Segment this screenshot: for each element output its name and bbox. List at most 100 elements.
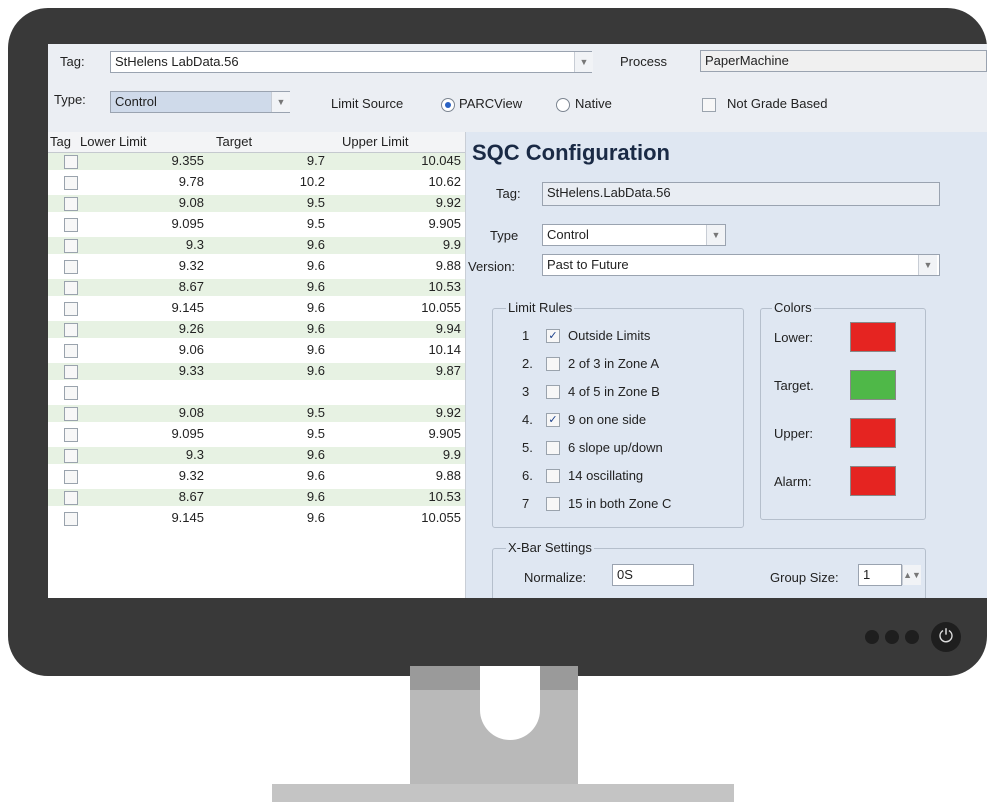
target-cell[interactable]: 9.5 bbox=[208, 216, 325, 231]
row-tag-checkbox[interactable] bbox=[64, 512, 78, 526]
row-tag-checkbox[interactable] bbox=[64, 197, 78, 211]
col-tag[interactable]: Tag bbox=[50, 134, 71, 149]
group-size-spinner-icon[interactable]: ▲▼ bbox=[902, 565, 921, 585]
upper-limit-cell[interactable]: 9.9 bbox=[329, 447, 461, 462]
lower-limit-cell[interactable]: 9.095 bbox=[108, 216, 204, 231]
table-row[interactable]: 9.78 10.2 10.62 bbox=[48, 174, 465, 191]
row-tag-checkbox[interactable] bbox=[64, 344, 78, 358]
process-field[interactable]: PaperMachine bbox=[700, 50, 987, 72]
lower-limit-cell[interactable]: 9.145 bbox=[108, 300, 204, 315]
lower-limit-cell[interactable]: 8.67 bbox=[108, 489, 204, 504]
row-tag-checkbox[interactable] bbox=[64, 302, 78, 316]
table-row[interactable]: 9.08 9.5 9.92 bbox=[48, 195, 465, 212]
upper-limit-cell[interactable]: 10.055 bbox=[329, 300, 461, 315]
col-lower-limit[interactable]: Lower Limit bbox=[80, 134, 146, 149]
upper-limit-cell[interactable]: 9.905 bbox=[329, 426, 461, 441]
target-cell[interactable]: 9.5 bbox=[208, 195, 325, 210]
lower-limit-cell[interactable]: 9.06 bbox=[108, 342, 204, 357]
row-tag-checkbox[interactable] bbox=[64, 260, 78, 274]
sqc-tag-field[interactable]: StHelens.LabData.56 bbox=[542, 182, 940, 206]
group-size-input[interactable]: 1 bbox=[858, 564, 902, 586]
lower-limit-cell[interactable]: 9.355 bbox=[108, 153, 204, 168]
table-row[interactable] bbox=[48, 384, 465, 401]
row-tag-checkbox[interactable] bbox=[64, 449, 78, 463]
col-upper-limit[interactable]: Upper Limit bbox=[342, 134, 408, 149]
row-tag-checkbox[interactable] bbox=[64, 176, 78, 190]
target-cell[interactable]: 9.6 bbox=[208, 279, 325, 294]
rule-checkbox[interactable]: ✓ bbox=[546, 413, 560, 427]
table-row[interactable]: 9.26 9.6 9.94 bbox=[48, 321, 465, 338]
sqc-type-dropdown-icon[interactable]: ▼ bbox=[706, 225, 725, 245]
tag-combo[interactable]: StHelens LabData.56 bbox=[110, 51, 592, 73]
rule-checkbox[interactable]: ✓ bbox=[546, 329, 560, 343]
table-row[interactable]: 9.3 9.6 9.9 bbox=[48, 447, 465, 464]
target-cell[interactable]: 9.6 bbox=[208, 447, 325, 462]
row-tag-checkbox[interactable] bbox=[64, 239, 78, 253]
table-row[interactable]: 9.06 9.6 10.14 bbox=[48, 342, 465, 359]
lower-limit-cell[interactable]: 8.67 bbox=[108, 279, 204, 294]
lower-limit-cell[interactable]: 9.3 bbox=[108, 447, 204, 462]
table-row[interactable]: 9.145 9.6 10.055 bbox=[48, 510, 465, 527]
row-tag-checkbox[interactable] bbox=[64, 365, 78, 379]
upper-limit-cell[interactable]: 10.53 bbox=[329, 489, 461, 504]
table-row[interactable]: 9.3 9.6 9.9 bbox=[48, 237, 465, 254]
lower-limit-cell[interactable]: 9.33 bbox=[108, 363, 204, 378]
sqc-type-combo[interactable]: Control bbox=[542, 224, 726, 246]
rule-checkbox[interactable] bbox=[546, 469, 560, 483]
tag-dropdown-icon[interactable]: ▼ bbox=[574, 52, 593, 72]
upper-limit-cell[interactable]: 10.53 bbox=[329, 279, 461, 294]
table-row[interactable]: 9.095 9.5 9.905 bbox=[48, 216, 465, 233]
color-swatch[interactable] bbox=[850, 466, 896, 496]
table-row[interactable]: 8.67 9.6 10.53 bbox=[48, 279, 465, 296]
color-swatch[interactable] bbox=[850, 370, 896, 400]
target-cell[interactable]: 10.2 bbox=[208, 174, 325, 189]
row-tag-checkbox[interactable] bbox=[64, 428, 78, 442]
color-swatch[interactable] bbox=[850, 418, 896, 448]
row-tag-checkbox[interactable] bbox=[64, 407, 78, 421]
table-row[interactable]: 9.145 9.6 10.055 bbox=[48, 300, 465, 317]
table-row[interactable]: 9.32 9.6 9.88 bbox=[48, 468, 465, 485]
upper-limit-cell[interactable]: 10.14 bbox=[329, 342, 461, 357]
target-cell[interactable]: 9.6 bbox=[208, 363, 325, 378]
lower-limit-cell[interactable]: 9.145 bbox=[108, 510, 204, 525]
upper-limit-cell[interactable]: 9.92 bbox=[329, 405, 461, 420]
upper-limit-cell[interactable]: 9.9 bbox=[329, 237, 461, 252]
row-tag-checkbox[interactable] bbox=[64, 386, 78, 400]
row-tag-checkbox[interactable] bbox=[64, 281, 78, 295]
power-icon[interactable]: ⏻ bbox=[931, 622, 961, 652]
normalize-input[interactable]: 0S bbox=[612, 564, 694, 586]
lower-limit-cell[interactable]: 9.78 bbox=[108, 174, 204, 189]
target-cell[interactable]: 9.5 bbox=[208, 426, 325, 441]
not-grade-based-checkbox[interactable] bbox=[702, 98, 716, 112]
type-dropdown-icon[interactable]: ▼ bbox=[271, 92, 290, 112]
row-tag-checkbox[interactable] bbox=[64, 155, 78, 169]
table-row[interactable]: 9.08 9.5 9.92 bbox=[48, 405, 465, 422]
target-cell[interactable]: 9.6 bbox=[208, 237, 325, 252]
target-cell[interactable]: 9.6 bbox=[208, 321, 325, 336]
upper-limit-cell[interactable]: 9.88 bbox=[329, 468, 461, 483]
target-cell[interactable]: 9.7 bbox=[208, 153, 325, 168]
parcview-radio[interactable] bbox=[441, 98, 455, 112]
upper-limit-cell[interactable]: 9.94 bbox=[329, 321, 461, 336]
row-tag-checkbox[interactable] bbox=[64, 323, 78, 337]
lower-limit-cell[interactable]: 9.32 bbox=[108, 468, 204, 483]
upper-limit-cell[interactable]: 9.92 bbox=[329, 195, 461, 210]
version-dropdown-icon[interactable]: ▼ bbox=[918, 255, 937, 275]
lower-limit-cell[interactable]: 9.08 bbox=[108, 405, 204, 420]
upper-limit-cell[interactable]: 10.045 bbox=[329, 153, 461, 168]
version-combo[interactable]: Past to Future bbox=[542, 254, 940, 276]
target-cell[interactable]: 9.6 bbox=[208, 300, 325, 315]
table-row[interactable]: 8.67 9.6 10.53 bbox=[48, 489, 465, 506]
lower-limit-cell[interactable]: 9.3 bbox=[108, 237, 204, 252]
row-tag-checkbox[interactable] bbox=[64, 491, 78, 505]
upper-limit-cell[interactable]: 9.88 bbox=[329, 258, 461, 273]
table-row[interactable]: 9.095 9.5 9.905 bbox=[48, 426, 465, 443]
native-radio[interactable] bbox=[556, 98, 570, 112]
table-row[interactable]: 9.355 9.7 10.045 bbox=[48, 153, 465, 170]
table-row[interactable]: 9.33 9.6 9.87 bbox=[48, 363, 465, 380]
rule-checkbox[interactable] bbox=[546, 357, 560, 371]
upper-limit-cell[interactable]: 9.905 bbox=[329, 216, 461, 231]
target-cell[interactable]: 9.5 bbox=[208, 405, 325, 420]
lower-limit-cell[interactable]: 9.26 bbox=[108, 321, 204, 336]
rule-checkbox[interactable] bbox=[546, 497, 560, 511]
